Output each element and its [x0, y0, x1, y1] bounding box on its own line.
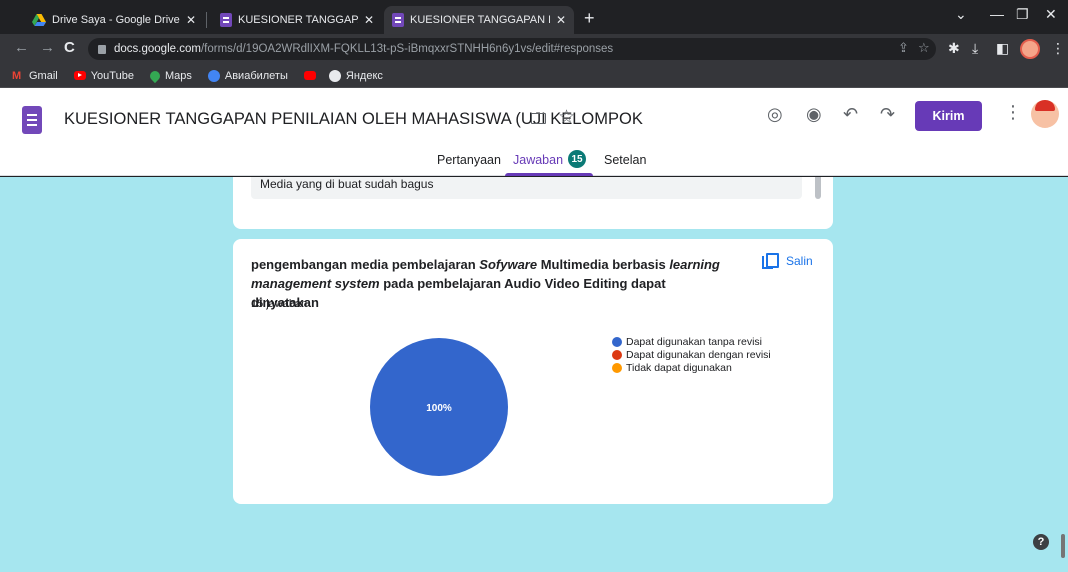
browser-menu-icon[interactable]: ⋮	[1051, 40, 1065, 57]
gmail-icon: M	[12, 69, 22, 82]
back-icon[interactable]: ←	[14, 39, 29, 56]
lock-icon	[98, 44, 106, 54]
responses-content: Media yang di buat sudah bagus pengemban…	[0, 177, 1068, 572]
legend-label: Dapat digunakan tanpa revisi	[626, 335, 763, 348]
legend-item[interactable]: Dapat digunakan dengan revisi	[612, 348, 771, 361]
bookmark-video[interactable]	[303, 71, 321, 80]
google-forms-icon	[220, 13, 232, 27]
form-title[interactable]: KUESIONER TANGGAPAN PENILAIAN OLEH MAHAS…	[64, 110, 643, 129]
copy-label: Salin	[786, 254, 813, 268]
text-answer-row: Media yang di buat sudah bagus	[251, 177, 802, 199]
address-bar[interactable]: docs.google.com /forms/d/19OA2WRdlIXM-FQ…	[88, 38, 936, 60]
browser-tab-forms-active[interactable]: KUESIONER TANGGAPAN PENILA ✕	[384, 6, 574, 34]
close-icon[interactable]: ✕	[556, 13, 566, 27]
youtube-icon	[73, 71, 86, 80]
bookmarks-bar: M Gmail YouTube Maps Авиабилеты Яндекс	[0, 64, 1068, 88]
reload-icon[interactable]: C	[64, 39, 75, 56]
tab-questions[interactable]: Pertanyaan	[437, 153, 501, 167]
question-title-part: pengembangan media pembelajaran	[251, 257, 480, 272]
undo-icon[interactable]: ↶	[843, 104, 858, 125]
new-tab-icon[interactable]: +	[584, 8, 595, 29]
page-scrollbar[interactable]	[1061, 534, 1065, 558]
legend-swatch	[612, 362, 622, 373]
close-icon[interactable]: ✕	[364, 13, 374, 27]
extensions-icon[interactable]: ✱	[948, 40, 960, 57]
pie-data-label: 100%	[426, 403, 452, 414]
bookmark-star-icon[interactable]: ☆	[918, 40, 930, 56]
browser-tab-forms-1[interactable]: KUESIONER TANGGAPAN PENILA ✕	[212, 6, 382, 34]
browser-tab-title: Drive Saya - Google Drive	[52, 14, 180, 26]
aviabilety-icon	[207, 69, 220, 82]
bookmark-maps[interactable]: Maps	[147, 68, 192, 83]
video-icon	[303, 71, 316, 80]
minimize-icon[interactable]: —	[990, 6, 1004, 22]
responses-count-badge: 15	[568, 150, 586, 168]
help-icon[interactable]: ?	[1033, 534, 1049, 550]
palette-icon[interactable]: ◎	[767, 104, 783, 125]
bookmark-label: Авиабилеты	[224, 69, 288, 82]
browser-tab-title: KUESIONER TANGGAPAN PENILA	[238, 14, 358, 26]
previous-question-card: Media yang di buat sudah bagus	[233, 177, 833, 229]
browser-tab-drive[interactable]: Drive Saya - Google Drive ✕	[24, 6, 204, 34]
copy-chart-button[interactable]: Salin	[762, 253, 813, 269]
question-title: pengembangan media pembelajaran Sofyware…	[251, 255, 721, 312]
side-panel-icon[interactable]: ◧	[996, 40, 1009, 57]
close-icon[interactable]: ✕	[186, 13, 196, 27]
preview-eye-icon[interactable]: ◉	[806, 104, 822, 125]
card-scrollbar[interactable]	[815, 177, 821, 199]
response-count: 15 jawaban	[251, 298, 308, 310]
maps-icon	[147, 68, 163, 83]
active-tab-indicator	[505, 173, 593, 176]
browser-tab-strip: Drive Saya - Google Drive ✕ KUESIONER TA…	[0, 0, 1068, 34]
bookmark-aviabilety[interactable]: Авиабилеты	[207, 69, 288, 82]
more-options-icon[interactable]: ⋮	[1004, 102, 1022, 123]
copy-icon	[762, 253, 779, 269]
tab-separator	[206, 12, 207, 28]
url-path: /forms/d/19OA2WRdlIXM-FQKLL13t-pS-iBmqxx…	[200, 43, 614, 55]
legend-label: Dapat digunakan dengan revisi	[626, 348, 771, 361]
legend-label: Tidak dapat digunakan	[626, 361, 732, 374]
tab-responses[interactable]: Jawaban	[513, 153, 563, 167]
form-tabs: Pertanyaan Jawaban 15 Setelan	[0, 148, 1068, 176]
question-title-part: Multimedia berbasis	[537, 257, 670, 272]
google-forms-icon	[392, 13, 404, 27]
bookmark-label: YouTube	[90, 69, 134, 82]
send-button[interactable]: Kirim	[915, 101, 982, 131]
move-to-folder-icon[interactable]	[531, 113, 546, 124]
download-icon[interactable]: ⤓	[972, 40, 978, 57]
browser-profile-avatar[interactable]	[1020, 39, 1040, 59]
tab-search-icon[interactable]: ⌄	[955, 6, 967, 23]
redo-icon[interactable]: ↷	[880, 104, 895, 125]
bookmark-gmail[interactable]: M Gmail	[12, 70, 58, 82]
legend-swatch	[612, 336, 622, 347]
yandex-icon	[328, 69, 341, 82]
window-close-icon[interactable]: ✕	[1045, 6, 1057, 23]
chart-legend: Dapat digunakan tanpa revisi Dapat diguna…	[612, 335, 771, 374]
url-host: docs.google.com	[114, 43, 201, 55]
bookmark-youtube[interactable]: YouTube	[73, 69, 134, 82]
legend-item[interactable]: Tidak dapat digunakan	[612, 361, 771, 374]
forms-header: KUESIONER TANGGAPAN PENILAIAN OLEH MAHAS…	[0, 88, 1068, 176]
bookmark-label: Gmail	[29, 69, 58, 82]
question-summary-card: pengembangan media pembelajaran Sofyware…	[233, 239, 833, 504]
bookmark-label: Яндекс	[345, 69, 383, 82]
forward-icon[interactable]: →	[40, 39, 55, 56]
bookmark-yandex[interactable]: Яндекс	[328, 69, 383, 82]
question-title-part: Sofyware	[479, 257, 538, 272]
pie-chart[interactable]: 100%	[359, 327, 519, 487]
restore-icon[interactable]: ❐	[1016, 6, 1029, 23]
star-icon[interactable]: ☆	[558, 106, 575, 129]
share-icon[interactable]: ⇪	[898, 40, 909, 56]
user-avatar[interactable]	[1031, 100, 1059, 128]
browser-toolbar: ← → C docs.google.com /forms/d/19OA2WRdl…	[0, 34, 1068, 64]
tab-settings[interactable]: Setelan	[604, 153, 646, 167]
forms-logo-icon[interactable]	[22, 106, 42, 134]
legend-swatch	[612, 349, 622, 360]
bookmark-label: Maps	[164, 69, 192, 82]
browser-tab-title: KUESIONER TANGGAPAN PENILA	[410, 14, 550, 26]
google-drive-icon	[32, 14, 46, 26]
legend-item[interactable]: Dapat digunakan tanpa revisi	[612, 335, 771, 348]
